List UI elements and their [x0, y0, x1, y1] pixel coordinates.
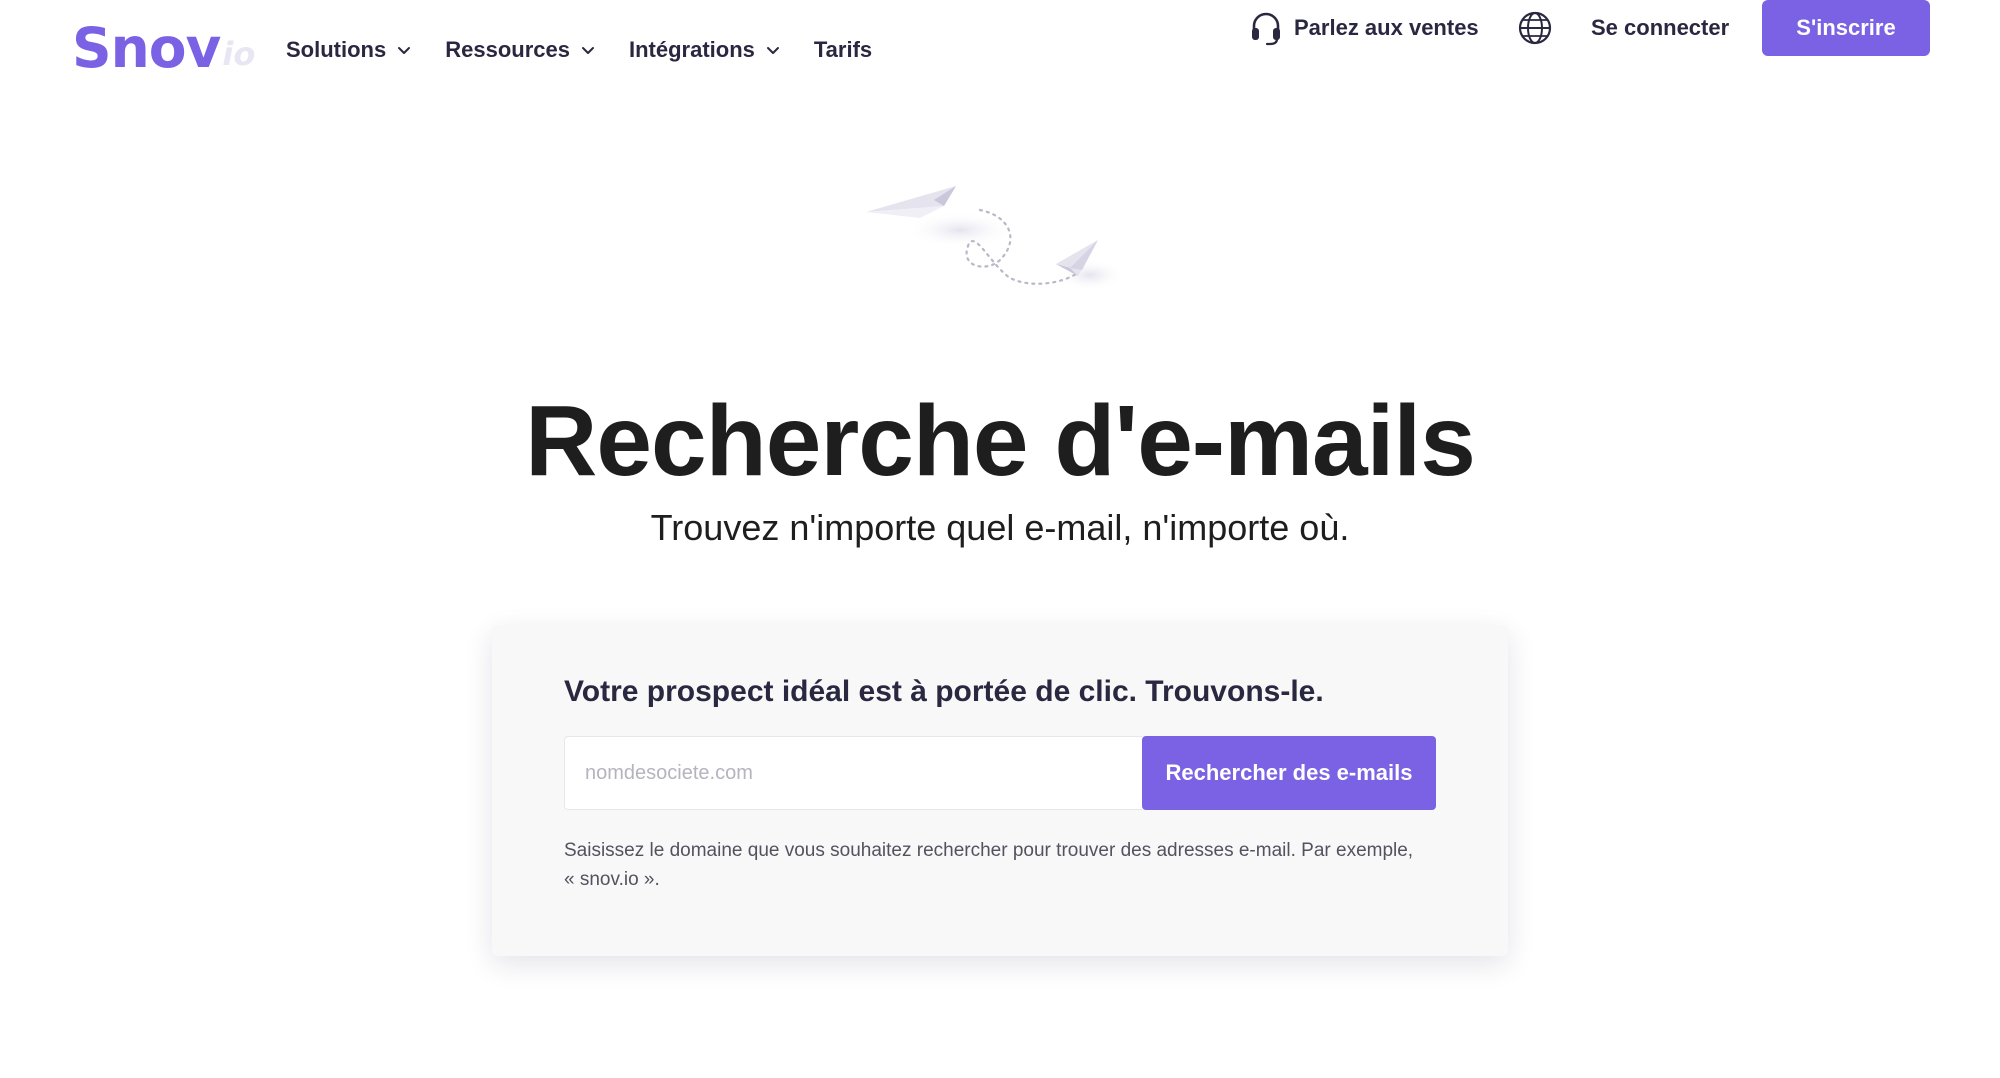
domain-search-input[interactable]	[564, 736, 1142, 810]
page-subtitle: Trouvez n'importe quel e-mail, n'importe…	[650, 507, 1350, 548]
menu-item-label: Intégrations	[628, 37, 755, 62]
paper-planes-icon	[866, 186, 1125, 291]
menu-item-ressources[interactable]: Ressources	[445, 37, 597, 63]
logo-wordmark: Snov	[72, 16, 221, 80]
signup-button[interactable]: S'inscrire	[1762, 0, 1930, 56]
login-link[interactable]: Se connecter	[1591, 0, 1729, 56]
chevron-down-icon	[579, 41, 597, 59]
headset-icon	[1252, 12, 1280, 46]
top-navigation: Snov io Solutions Ressources Intégration…	[0, 0, 2000, 100]
card-title: Votre prospect idéal est à portée de cli…	[564, 675, 1324, 708]
email-search-card: Votre prospect idéal est à portée de cli…	[492, 626, 1508, 956]
menu-item-integrations[interactable]: Intégrations	[629, 37, 782, 63]
menu-item-label: Tarifs	[813, 37, 873, 62]
page-title: Recherche d'e-mails	[525, 385, 1476, 497]
menu-item-solutions[interactable]: Solutions	[286, 37, 413, 63]
search-emails-button[interactable]: Rechercher des e-mails	[1142, 736, 1436, 810]
talk-to-sales-label: Parlez aux ventes	[1294, 15, 1479, 40]
search-help-text: Saisissez le domaine que vous souhaitez …	[564, 840, 1414, 890]
domain-search-form: Rechercher des e-mails	[564, 736, 1436, 810]
main-menu: Solutions Ressources Intégrations Tarifs	[286, 30, 904, 70]
talk-to-sales-link[interactable]: Parlez aux ventes	[1250, 0, 1479, 56]
logo-suffix: io	[222, 35, 256, 73]
globe-icon[interactable]	[1517, 10, 1553, 46]
snovio-logo[interactable]: Snov io	[72, 18, 255, 78]
menu-item-label: Ressources	[445, 37, 570, 62]
menu-item-label: Solutions	[286, 37, 387, 62]
chevron-down-icon	[395, 41, 413, 59]
chevron-down-icon	[764, 41, 782, 59]
menu-item-tarifs[interactable]: Tarifs	[814, 37, 872, 63]
